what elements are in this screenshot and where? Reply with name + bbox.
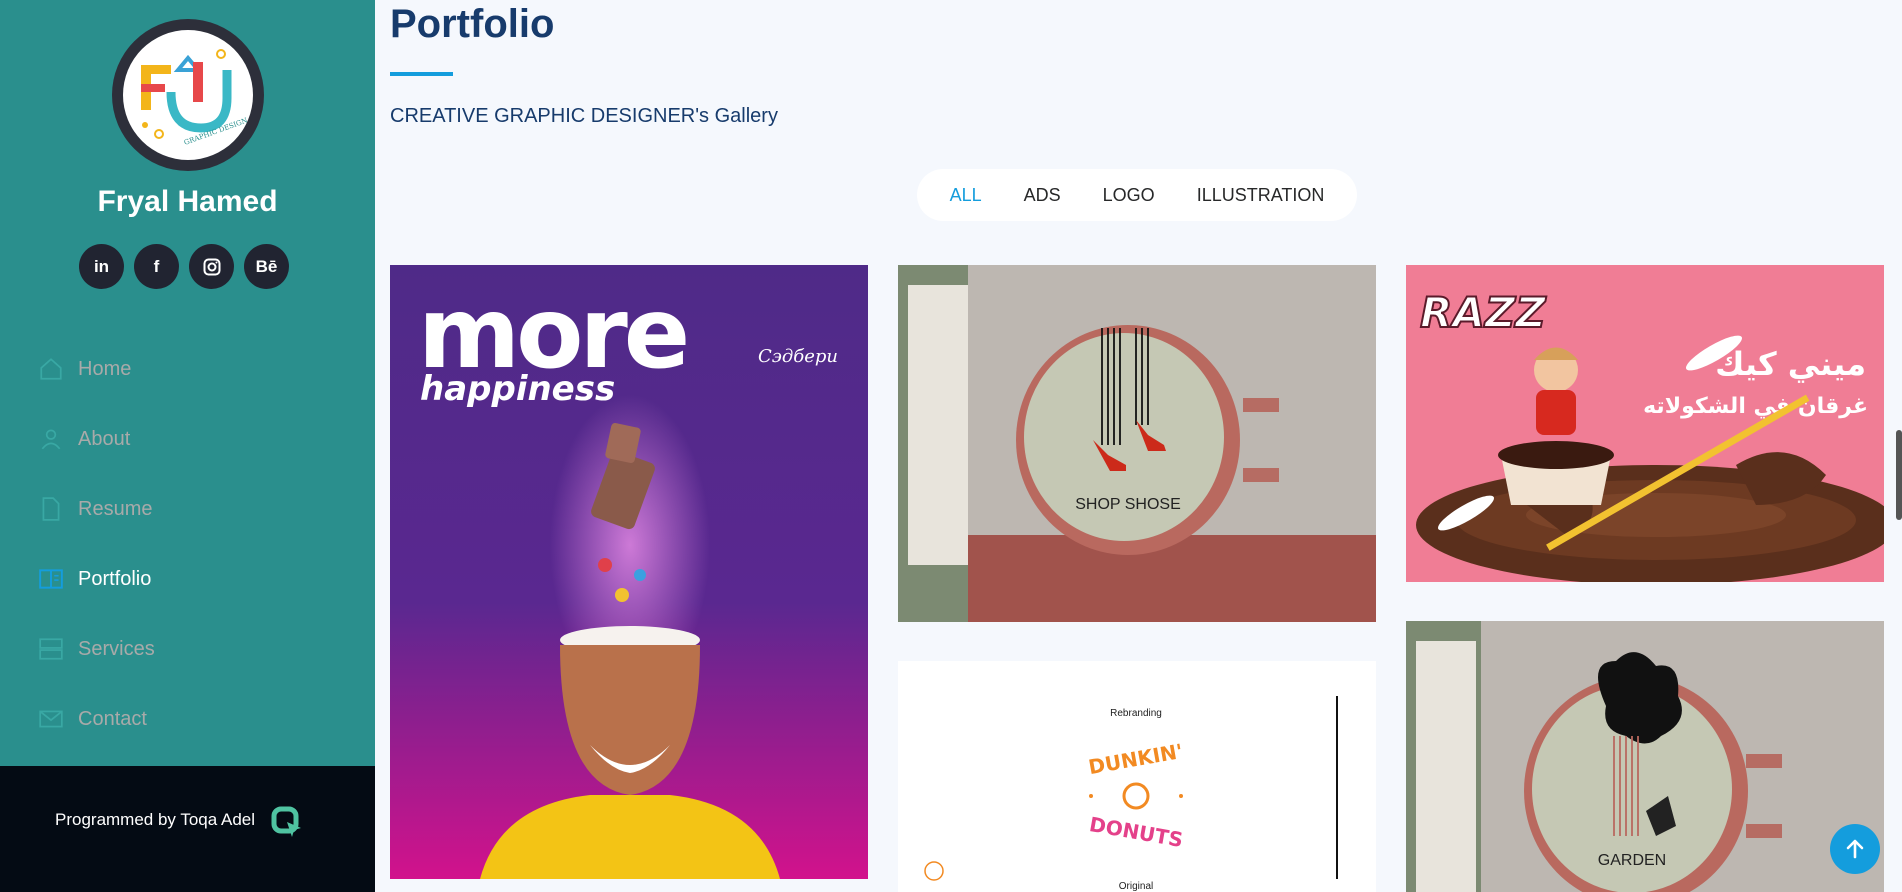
book-icon xyxy=(39,569,63,589)
nav-item-services[interactable]: Services xyxy=(38,614,155,684)
portfolio-item-razz-ad[interactable]: RAZZ ميني كيك غرقان في الشكولاته xyxy=(1406,265,1884,582)
razz-line1: ميني كيك xyxy=(1715,345,1866,383)
ad-brand: Сэдбери xyxy=(758,346,838,367)
back-to-top-button[interactable] xyxy=(1830,824,1880,874)
portfolio-item-shop-sign[interactable]: SHOP SHOSE xyxy=(898,265,1376,622)
filter-ads[interactable]: ADS xyxy=(1024,185,1061,206)
file-icon xyxy=(42,497,60,521)
razz-line2: غرقان في الشكولاته xyxy=(1643,394,1868,419)
linkedin-icon[interactable]: in xyxy=(79,244,124,289)
profile-logo: GRAPHIC DESIGN xyxy=(112,19,264,171)
section-subtitle: CREATIVE GRAPHIC DESIGNER's Gallery xyxy=(390,105,778,127)
nav-label: Services xyxy=(78,637,155,660)
filter-illustration[interactable]: ILLUSTRATION xyxy=(1197,185,1325,206)
arrow-up-icon xyxy=(1846,839,1864,859)
home-icon xyxy=(40,358,62,380)
nav-menu: Home About Resume Portfolio Services Con… xyxy=(38,334,155,754)
social-links: in f Bē xyxy=(79,244,289,289)
instagram-icon[interactable] xyxy=(189,244,234,289)
nav-label: About xyxy=(78,427,131,450)
section-title: Portfolio xyxy=(390,2,555,46)
behance-icon[interactable]: Bē xyxy=(244,244,289,289)
shop-sign-label: SHOP SHOSE xyxy=(1075,496,1181,513)
nav-label: Contact xyxy=(78,707,147,730)
portfolio-filters: ALL ADS LOGO ILLUSTRATION xyxy=(917,169,1357,221)
title-underline xyxy=(390,72,453,76)
profile-name: Fryal Hamed xyxy=(97,185,278,218)
portfolio-item-ad[interactable]: more happiness Сэдбери xyxy=(390,265,868,879)
footer-credit: Programmed by Toqa Adel xyxy=(55,810,256,829)
portfolio-item-garden-sign[interactable]: GARDEN xyxy=(1406,621,1884,892)
programmer-logo-icon xyxy=(271,806,303,843)
envelope-icon xyxy=(39,710,63,728)
person-icon xyxy=(41,429,61,450)
portfolio-item-dunkin[interactable]: Rebranding DUNKIN' DONUTS Original xyxy=(898,661,1376,892)
nav-item-resume[interactable]: Resume xyxy=(38,474,155,544)
nav-item-home[interactable]: Home xyxy=(38,334,155,404)
scrollbar-thumb[interactable] xyxy=(1896,430,1902,520)
sidebar: GRAPHIC DESIGN Fryal Hamed in f Bē Home … xyxy=(0,0,375,766)
nav-item-portfolio[interactable]: Portfolio xyxy=(38,544,155,614)
nav-item-contact[interactable]: Contact xyxy=(38,684,155,754)
nav-label: Home xyxy=(78,357,132,380)
dunkin-bottom-label: Original xyxy=(1119,881,1153,892)
garden-sign-label: GARDEN xyxy=(1598,852,1666,869)
filter-all[interactable]: ALL xyxy=(950,185,982,206)
nav-label: Portfolio xyxy=(78,567,152,590)
razz-brand: RAZZ xyxy=(1420,288,1547,337)
ad-subheadline: happiness xyxy=(420,369,615,409)
nav-label: Resume xyxy=(78,497,153,520)
server-icon xyxy=(39,638,63,660)
filter-logo[interactable]: LOGO xyxy=(1103,185,1155,206)
nav-item-about[interactable]: About xyxy=(38,404,155,474)
dunkin-top-label: Rebranding xyxy=(1110,708,1162,719)
facebook-icon[interactable]: f xyxy=(134,244,179,289)
